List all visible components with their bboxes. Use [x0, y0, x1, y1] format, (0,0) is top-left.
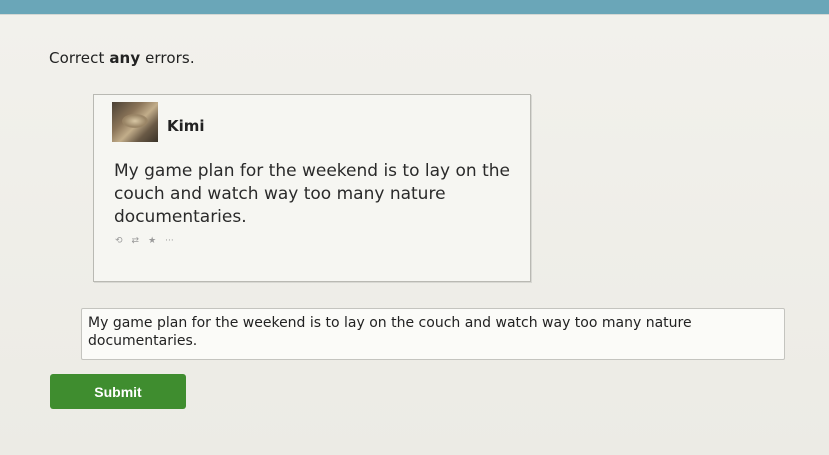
instruction-text: Correct any errors.: [49, 49, 195, 67]
instruction-suffix: errors.: [140, 49, 195, 67]
tweet-card: Kimi My game plan for the weekend is to …: [93, 94, 531, 282]
instruction-emphasis: any: [109, 49, 141, 67]
reply-icon: ⟲: [115, 236, 123, 246]
tweet-author: Kimi: [167, 117, 205, 135]
tweet-actions: ⟲ ⇄ ★ ···: [115, 236, 174, 246]
avatar: [112, 102, 158, 142]
instruction-prefix: Correct: [49, 49, 110, 67]
more-icon: ···: [165, 236, 174, 246]
retweet-icon: ⇄: [131, 236, 140, 246]
exercise-page: Correct any errors. Kimi My game plan fo…: [0, 14, 829, 455]
answer-text[interactable]: My game plan for the weekend is to lay o…: [88, 314, 778, 350]
favorite-icon: ★: [148, 236, 157, 246]
answer-input[interactable]: My game plan for the weekend is to lay o…: [81, 308, 785, 360]
tweet-text: My game plan for the weekend is to lay o…: [114, 161, 510, 227]
submit-button[interactable]: Submit: [50, 374, 186, 409]
